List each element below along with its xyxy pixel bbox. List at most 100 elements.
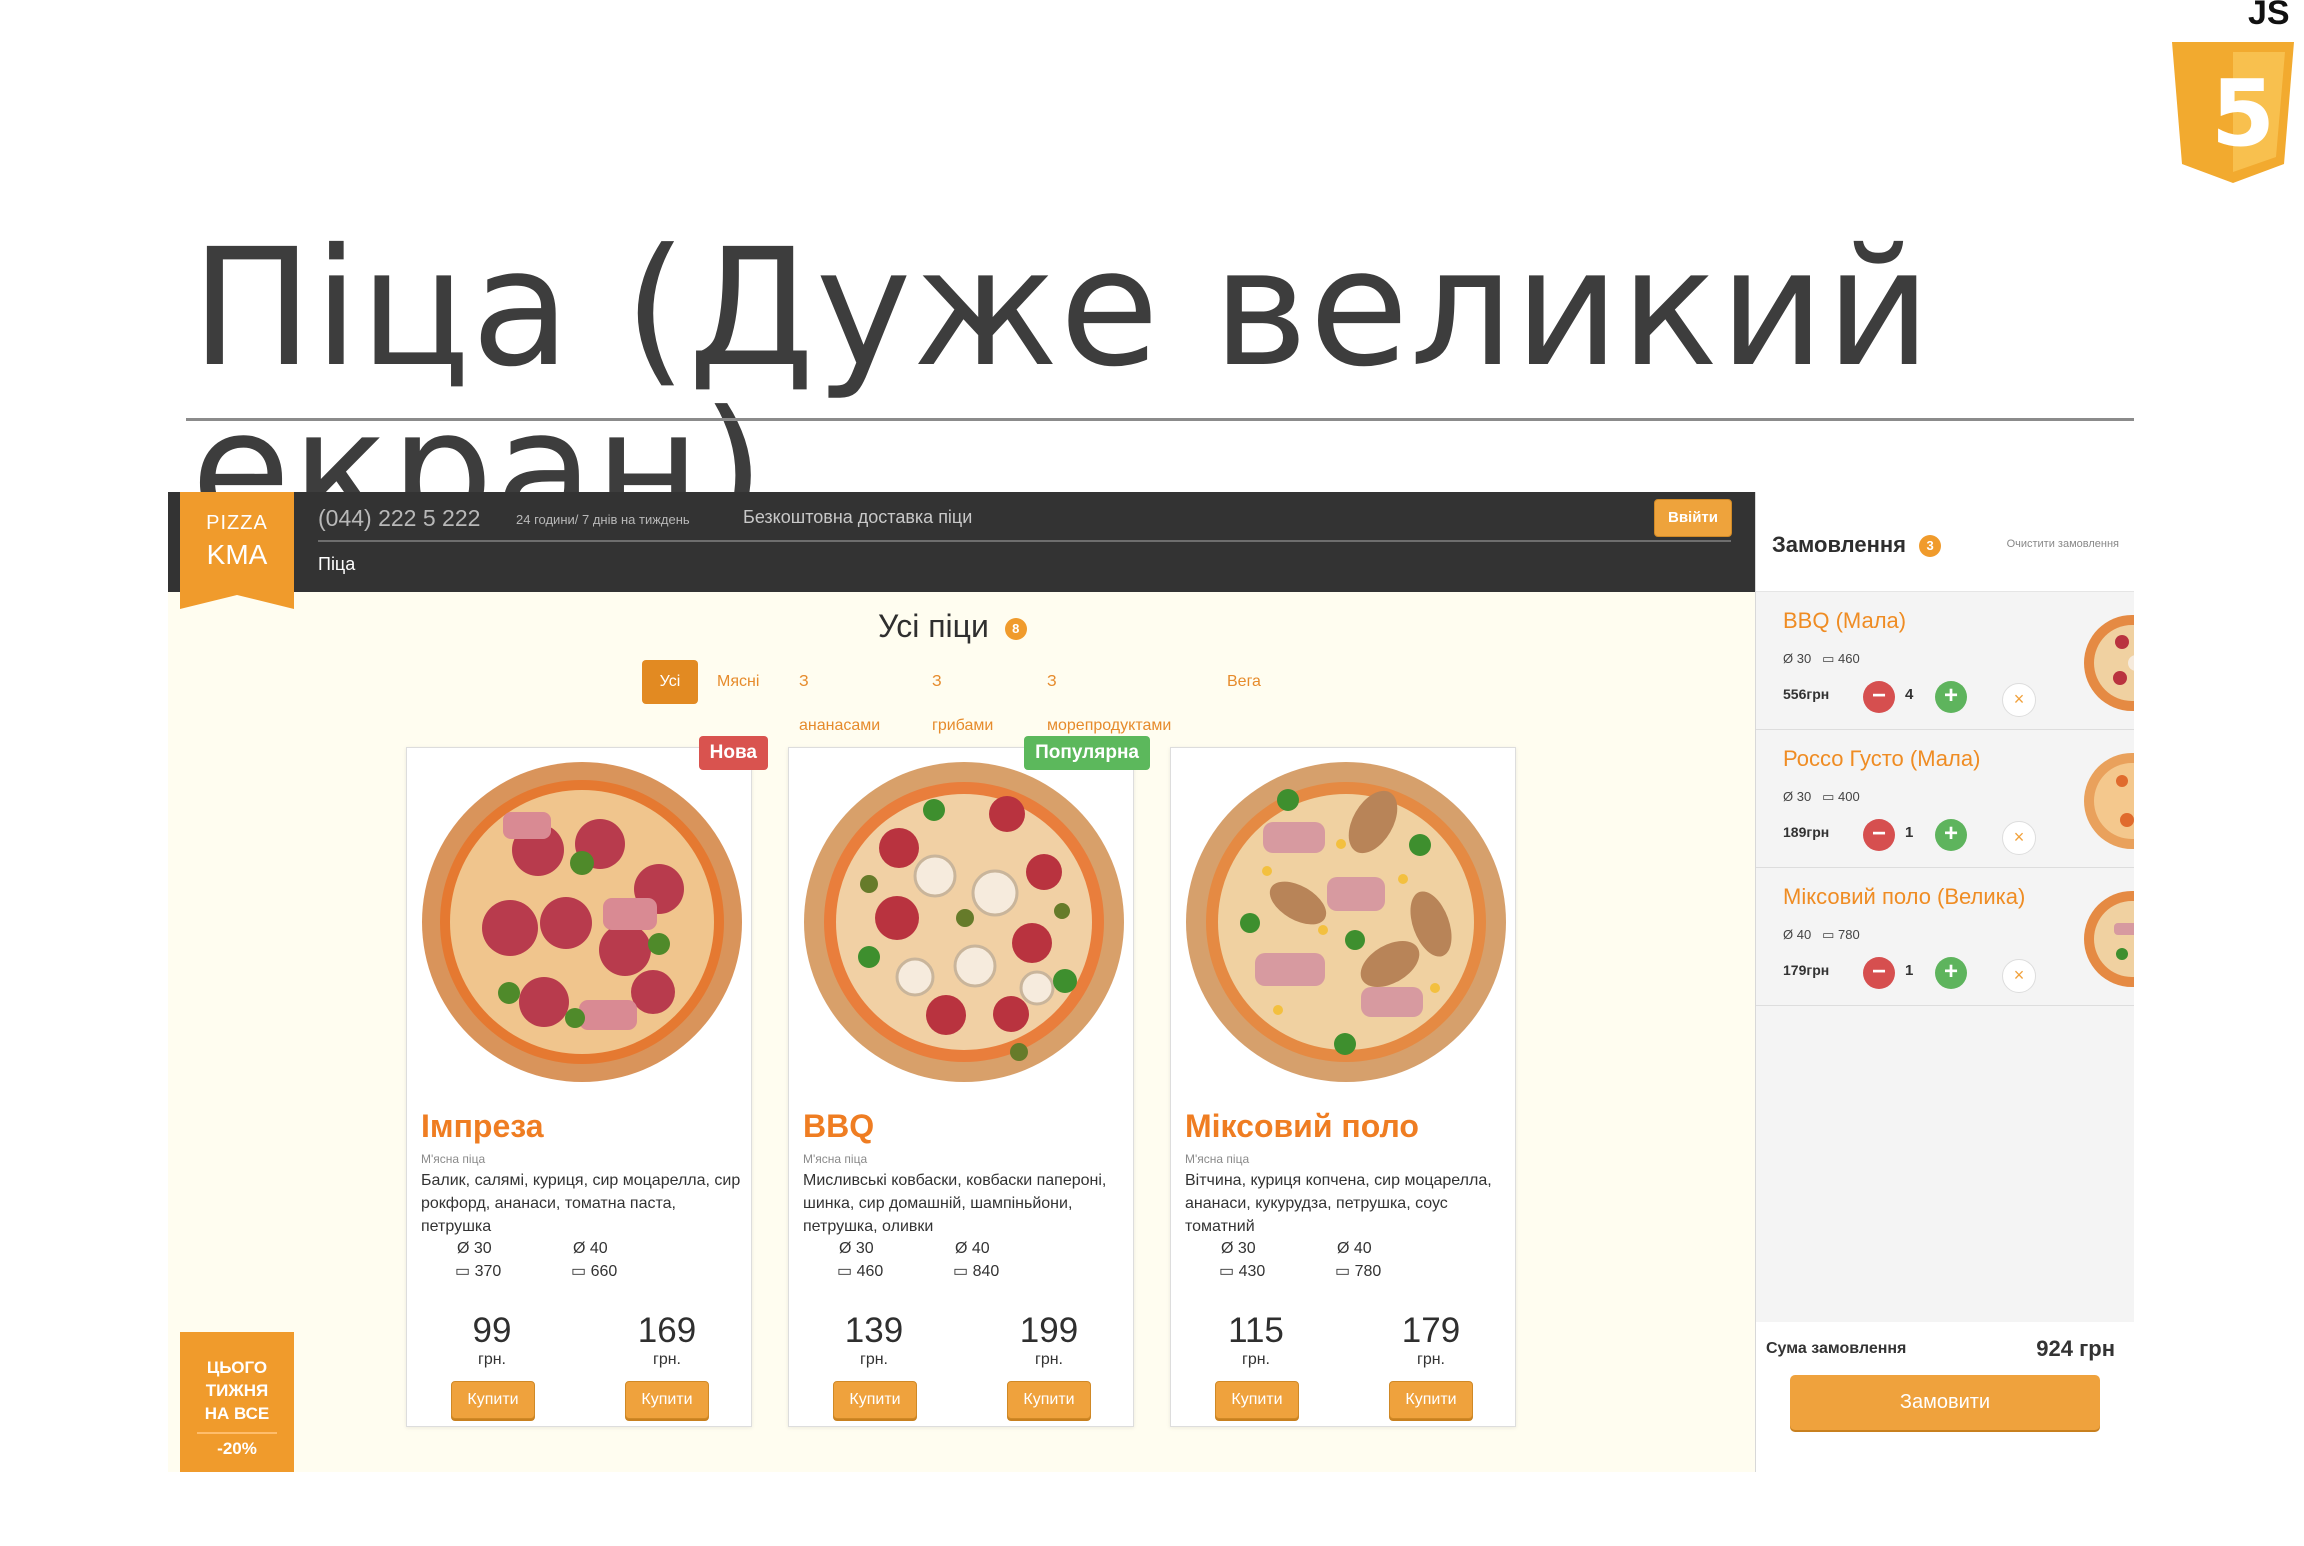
minus-icon[interactable]: − [1863, 681, 1895, 713]
plus-icon[interactable]: + [1935, 681, 1967, 713]
weekly-discount-ribbon[interactable]: ЦЬОГО ТИЖНЯ НА ВСЕ -20% [180, 1332, 294, 1472]
buy-large-button[interactable]: Купити [625, 1381, 709, 1419]
small-diameter: Ø 30 [1221, 1240, 1256, 1257]
pizza-card: Нова Імпреза М'ясна піца Балик, салямі, … [406, 736, 768, 1427]
small-weight: ▭ 370 [455, 1263, 502, 1280]
cart-item-quantity: 1 [1905, 824, 1914, 841]
cart-item-title: Россо Густо (Мала) [1783, 746, 1981, 771]
weight-icon: ▭ [1822, 651, 1835, 666]
small-diameter: Ø 30 [839, 1240, 874, 1257]
close-icon[interactable]: × [2002, 683, 2036, 717]
cart-item-title: BBQ (Мала) [1783, 608, 1907, 633]
diameter-icon: Ø [1783, 927, 1794, 942]
cart-item-price: 189грн [1783, 824, 1830, 840]
rosso-gusto-thumbnail [2084, 753, 2134, 849]
buy-large-button[interactable]: Купити [1389, 1381, 1473, 1419]
small-currency: грн. [859, 1351, 888, 1368]
catalog-title: Усі піци 8 [878, 608, 1027, 645]
filter-all[interactable]: Усі [642, 660, 698, 704]
small-diameter: Ø 30 [457, 1240, 492, 1257]
large-currency: грн. [652, 1351, 681, 1368]
pizza-title: Імпреза [421, 1108, 544, 1144]
diameter-icon: Ø [1783, 651, 1794, 666]
nav-item-pizza[interactable]: Піца [318, 554, 355, 575]
catalog-count-badge: 8 [1004, 617, 1027, 640]
pizza-kma-logo[interactable]: PIZZA KMA [180, 492, 294, 609]
promo-line-2: ТИЖНЯ [205, 1381, 269, 1400]
buy-small-button[interactable]: Купити [833, 1381, 917, 1419]
large-diameter: Ø 40 [1337, 1240, 1372, 1257]
diameter-icon: Ø [1783, 789, 1794, 804]
large-diameter: Ø 40 [573, 1240, 608, 1257]
weight-icon: ▭ [1822, 927, 1835, 942]
weight-icon: ▭ [953, 1263, 973, 1280]
buy-small-button[interactable]: Купити [1215, 1381, 1299, 1419]
delivery-info: Безкоштовна доставка піци [743, 507, 973, 527]
pizza-title: Міксовий поло [1185, 1108, 1419, 1144]
order-sidebar: Замовлення 3 Очистити замовлення BBQ (Ма… [1755, 492, 2134, 1472]
filter-seafood[interactable]: З морепродуктами [1047, 660, 1171, 734]
cart-title-text: Замовлення [1772, 532, 1907, 557]
cart-item-specs: Ø 30 ▭ 400 [1783, 789, 1860, 804]
filter-mushrooms[interactable]: З грибами [932, 660, 993, 734]
minus-icon[interactable]: − [1863, 819, 1895, 851]
login-button[interactable]: Ввійти [1654, 499, 1732, 537]
close-icon[interactable]: × [2002, 821, 2036, 855]
filter-pineapple[interactable]: З ананасами [799, 660, 880, 734]
large-diameter: Ø 40 [955, 1240, 990, 1257]
svg-text:5: 5 [2211, 60, 2275, 167]
top-navigation: (044) 222 5 222 24 години/ 7 днів на тиж… [168, 492, 1755, 592]
plus-icon[interactable]: + [1935, 819, 1967, 851]
plus-icon[interactable]: + [1935, 957, 1967, 989]
small-price: 99 [472, 1311, 512, 1350]
large-price: 179 [1401, 1311, 1461, 1350]
pizza-description: Мисливські ковбаски, ковбаски папероні, … [803, 1172, 1107, 1235]
small-price: 139 [844, 1311, 904, 1350]
slide: JS 5 Піца (Дуже великий екран) (044) 222… [0, 0, 2304, 1546]
buy-small-button[interactable]: Купити [451, 1381, 535, 1419]
small-currency: грн. [1241, 1351, 1270, 1368]
small-price: 115 [1228, 1311, 1284, 1350]
logo-kma-text: KMA [206, 539, 268, 570]
pizza-app-screenshot: (044) 222 5 222 24 години/ 7 днів на тиж… [168, 492, 2134, 1472]
promo-discount: -20% [217, 1439, 257, 1458]
weight-icon: ▭ [1335, 1263, 1355, 1280]
pizza-type: М'ясна піца [1185, 1152, 1250, 1166]
minus-icon[interactable]: − [1863, 957, 1895, 989]
pizza-card: Популярна BBQ М'ясна піца Мисливські ков… [788, 736, 1150, 1427]
large-currency: грн. [1416, 1351, 1445, 1368]
logo-pizza-text: PIZZA [206, 512, 268, 534]
cart-item: Россо Густо (Мала) Ø 30 ▭ 400 189грн − 1… [1756, 730, 2134, 868]
pizza-description: Балик, салямі, куриця, сир моцарелла, си… [421, 1172, 741, 1235]
pizza-title: BBQ [803, 1108, 875, 1144]
clear-order-link[interactable]: Очистити замовлення [2007, 538, 2119, 550]
weight-icon: ▭ [837, 1263, 857, 1280]
filter-vegan[interactable]: Вега [1227, 660, 1261, 704]
phone-number[interactable]: (044) 222 5 222 [318, 505, 480, 532]
large-price: 199 [1019, 1311, 1079, 1350]
weight-icon: ▭ [455, 1263, 475, 1280]
header-divider [318, 540, 1731, 542]
order-sum-value: 924 грн [2036, 1336, 2115, 1361]
cart-item-specs: Ø 40 ▭ 780 [1783, 927, 1860, 942]
title-divider [186, 418, 2134, 421]
cart-item-title: Міксовий поло (Велика) [1783, 884, 2026, 909]
place-order-button[interactable]: Замовити [1790, 1375, 2100, 1430]
weight-icon: ▭ [1822, 789, 1835, 804]
large-price: 169 [637, 1311, 697, 1350]
promo-line-1: ЦЬОГО [206, 1358, 268, 1377]
cart-item: Міксовий поло (Велика) Ø 40 ▭ 780 179грн… [1756, 868, 2134, 1006]
impreza-pizza-image [422, 762, 742, 1082]
close-icon[interactable]: × [2002, 959, 2036, 993]
order-sum-label: Сума замовлення [1766, 1340, 1907, 1357]
bbq-pizza-image [804, 762, 1124, 1082]
order-summary: Сума замовлення 924 грн Замовити [1756, 1322, 2134, 1472]
filter-meat[interactable]: Мясні [717, 660, 759, 704]
weight-icon: ▭ [571, 1263, 591, 1280]
weight-icon: ▭ [1219, 1263, 1239, 1280]
large-currency: грн. [1034, 1351, 1063, 1368]
large-weight: ▭ 840 [953, 1263, 1000, 1280]
large-weight: ▭ 660 [571, 1263, 618, 1280]
small-currency: грн. [477, 1351, 506, 1368]
buy-large-button[interactable]: Купити [1007, 1381, 1091, 1419]
